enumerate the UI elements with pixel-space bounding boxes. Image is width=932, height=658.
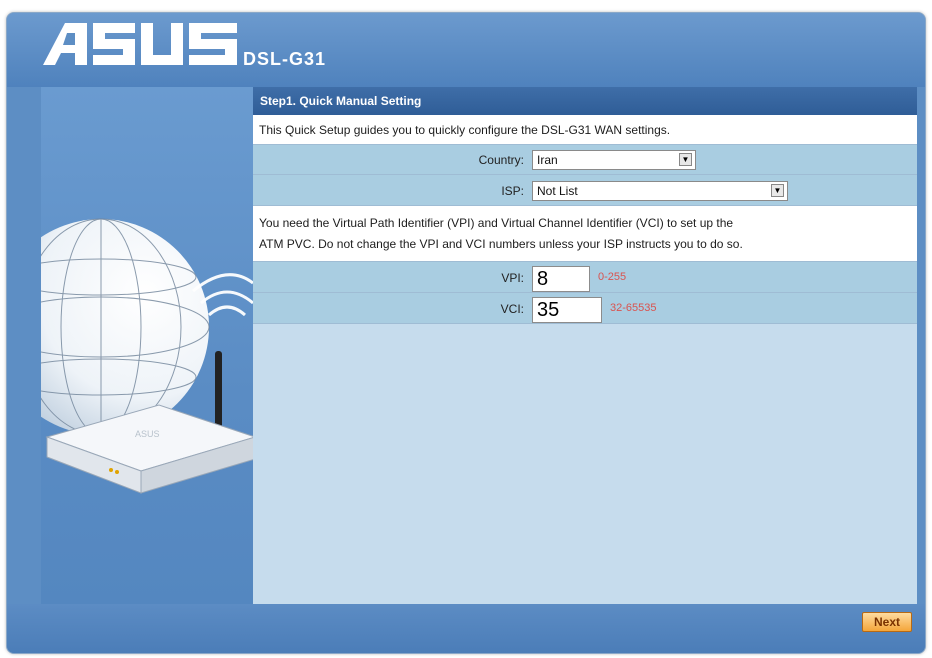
vpi-range-hint: 0-255 bbox=[598, 271, 627, 283]
vci-range-hint: 32-65535 bbox=[610, 302, 657, 314]
intro-text: This Quick Setup guides you to quickly c… bbox=[259, 123, 671, 137]
vpi-vci-note: You need the Virtual Path Identifier (VP… bbox=[253, 206, 917, 261]
vpi-vci-note-row: You need the Virtual Path Identifier (VP… bbox=[253, 206, 917, 262]
isp-label: ISP: bbox=[501, 184, 524, 198]
router-setup-window: DSL-G31 ASUS Step1. Quick Manual Setting… bbox=[6, 12, 926, 654]
country-row: Country: Iran ▼ bbox=[253, 145, 917, 175]
isp-select[interactable]: Not List ▼ bbox=[532, 181, 788, 201]
header-bar: DSL-G31 bbox=[7, 13, 925, 87]
isp-row: ISP: Not List ▼ bbox=[253, 175, 917, 206]
country-select[interactable]: Iran ▼ bbox=[532, 150, 696, 170]
asus-logo bbox=[43, 23, 237, 65]
model-name: DSL-G31 bbox=[243, 49, 327, 69]
globe-icon bbox=[41, 219, 209, 435]
country-label: Country: bbox=[478, 153, 524, 167]
illustration-panel: ASUS bbox=[41, 87, 253, 604]
vci-row: VCI: 35 32-65535 bbox=[253, 293, 917, 324]
vci-label: VCI: bbox=[500, 302, 524, 316]
next-button[interactable]: Next bbox=[862, 612, 912, 632]
router-globe-illustration: ASUS bbox=[41, 218, 253, 494]
vpi-label: VPI: bbox=[501, 271, 524, 285]
isp-select-value: Not List bbox=[537, 184, 578, 198]
vpi-row: VPI: 8 0-255 bbox=[253, 262, 917, 293]
setup-content: Step1. Quick Manual Setting This Quick S… bbox=[253, 87, 917, 604]
step-title: Step1. Quick Manual Setting bbox=[253, 87, 917, 115]
country-select-value: Iran bbox=[537, 153, 558, 167]
footer-bar bbox=[7, 604, 925, 653]
vpi-vci-note-line1: You need the Virtual Path Identifier (VP… bbox=[259, 216, 734, 230]
vci-input[interactable]: 35 bbox=[532, 297, 602, 323]
chevron-down-icon: ▼ bbox=[679, 153, 692, 166]
vpi-vci-note-line2: ATM PVC. Do not change the VPI and VCI n… bbox=[259, 237, 743, 251]
intro-row: This Quick Setup guides you to quickly c… bbox=[253, 115, 917, 145]
router-label: ASUS bbox=[135, 429, 160, 439]
chevron-down-icon: ▼ bbox=[771, 184, 784, 197]
vpi-input[interactable]: 8 bbox=[532, 266, 590, 292]
